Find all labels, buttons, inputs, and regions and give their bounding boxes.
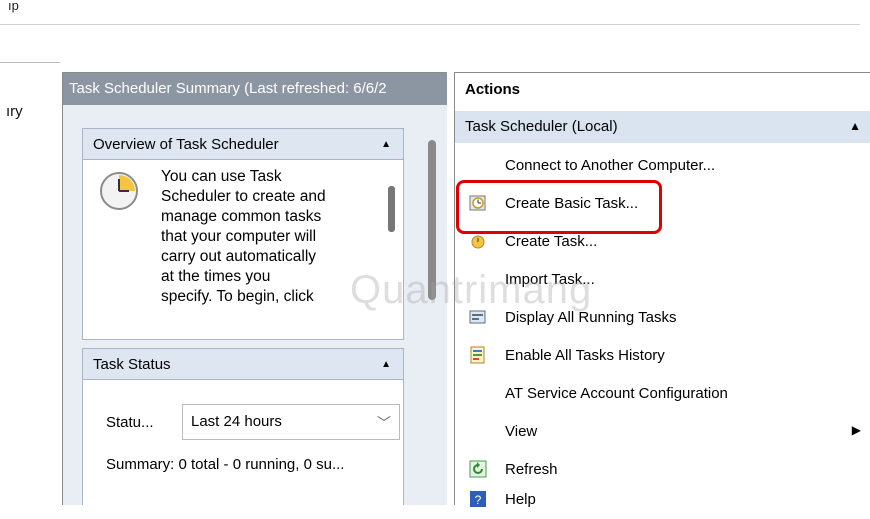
summary-header: Task Scheduler Summary (Last refreshed: …: [63, 73, 447, 105]
status-summary: Summary: 0 total - 0 running, 0 su...: [106, 456, 345, 473]
action-label: Help: [505, 491, 536, 508]
action-label: Create Task...: [505, 233, 598, 250]
refresh-icon: [469, 460, 487, 478]
history-icon: [470, 346, 485, 364]
collapse-icon[interactable]: ▲: [849, 119, 861, 133]
chevron-down-icon: ﹀: [377, 415, 391, 431]
watermark-logo: Quantrimang: [350, 268, 593, 312]
overview-line: Scheduler to create and: [161, 188, 326, 205]
actions-group-label: Task Scheduler (Local): [465, 118, 618, 135]
action-label: View: [505, 423, 538, 440]
overview-description: You can use Task Scheduler to create and…: [161, 167, 371, 307]
status-period-dropdown[interactable]: Last 24 hours ﹀: [182, 404, 400, 440]
actions-title: Actions: [465, 81, 521, 98]
overview-line: manage common tasks: [161, 208, 322, 225]
overview-scrollbar-thumb[interactable]: [388, 186, 395, 232]
collapse-icon[interactable]: ▲: [381, 359, 391, 370]
create-task-icon: [471, 235, 485, 249]
task-status-title: Task Status: [93, 356, 171, 373]
clock-icon: [100, 172, 138, 210]
actions-group-header[interactable]: Task Scheduler (Local) ▲: [455, 111, 870, 143]
navigation-tree: ıry: [0, 62, 60, 505]
action-label: Enable All Tasks History: [505, 347, 665, 364]
overview-line: carry out automatically: [161, 248, 317, 265]
tree-item-library[interactable]: ıry: [6, 103, 23, 120]
action-label: AT Service Account Configuration: [505, 385, 728, 402]
action-enable-history[interactable]: Enable All Tasks History: [455, 337, 870, 375]
menu-bar: ıp: [0, 0, 870, 24]
svg-text:?: ?: [475, 493, 482, 507]
action-view[interactable]: View ▶: [455, 413, 870, 451]
action-at-service[interactable]: AT Service Account Configuration: [455, 375, 870, 413]
overview-panel-header[interactable]: Overview of Task Scheduler ▲: [83, 129, 403, 160]
status-label: Statu...: [106, 414, 154, 431]
menu-divider: [0, 24, 860, 25]
action-help[interactable]: ? Help: [455, 481, 870, 519]
action-label: Connect to Another Computer...: [505, 157, 716, 174]
action-label: Refresh: [505, 461, 558, 478]
overview-line: You can use Task: [161, 168, 282, 185]
menu-fragment: ıp: [8, 0, 19, 13]
overview-line: at the times you: [161, 268, 271, 285]
overview-line: specify. To begin, click: [161, 288, 314, 305]
highlight-annotation: [456, 180, 662, 234]
help-icon: ?: [470, 491, 486, 507]
dropdown-value: Last 24 hours: [191, 413, 282, 430]
overview-line: that your computer will: [161, 228, 317, 245]
collapse-icon[interactable]: ▲: [381, 139, 391, 150]
task-status-header[interactable]: Task Status ▲: [83, 349, 403, 380]
overview-title: Overview of Task Scheduler: [93, 136, 279, 153]
submenu-arrow-icon: ▶: [851, 423, 861, 437]
